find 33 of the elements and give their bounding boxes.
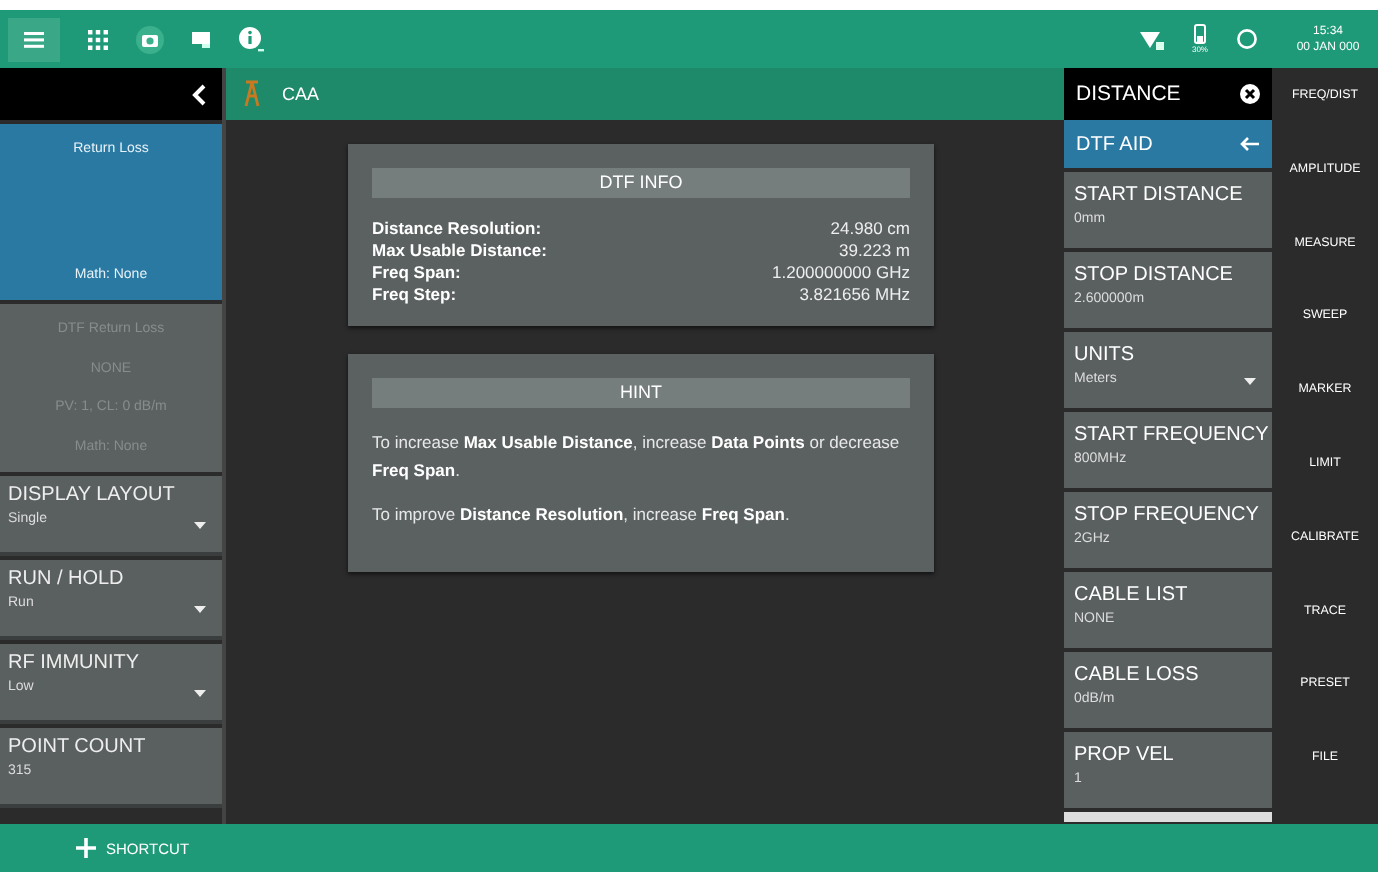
window-icon[interactable] bbox=[192, 31, 210, 47]
info-value: 3.821656 MHz bbox=[799, 284, 910, 306]
title-text: CAA bbox=[282, 84, 320, 104]
info-value: 1.200000000 GHz bbox=[772, 262, 910, 284]
card-heading: HINT bbox=[372, 378, 910, 408]
info-label: Distance Resolution: bbox=[372, 218, 542, 240]
info-value: 39.223 m bbox=[839, 240, 910, 262]
battery-icon bbox=[1193, 24, 1206, 44]
caret-icon bbox=[194, 522, 206, 530]
card-heading: DTF INFO bbox=[372, 168, 910, 198]
antenna-tower-icon bbox=[242, 80, 262, 108]
menu-button[interactable] bbox=[8, 17, 60, 61]
info-label: Max Usable Distance: bbox=[372, 240, 547, 262]
info-icon[interactable] bbox=[238, 25, 266, 53]
submenu-header[interactable]: DTF AID bbox=[1064, 120, 1272, 168]
submenu-title: DTF AID bbox=[1076, 133, 1153, 155]
hint-text: To increase Max Usable Distance, increase Data Points or decrease Freq Span. bbox=[372, 430, 902, 484]
info-label: Freq Span: bbox=[372, 262, 461, 284]
caret-icon bbox=[1244, 378, 1256, 386]
plus-icon bbox=[76, 838, 96, 858]
info-label: Freq Step: bbox=[372, 284, 457, 306]
camera-icon[interactable] bbox=[136, 25, 164, 53]
info-value: 24.980 cm bbox=[830, 218, 910, 240]
hint-text: To improve Distance Resolution, increase Freq Span. bbox=[372, 502, 792, 528]
caret-icon bbox=[194, 690, 206, 698]
target-icon bbox=[1236, 28, 1258, 50]
close-icon[interactable] bbox=[1240, 84, 1260, 104]
back-arrow-icon[interactable] bbox=[1240, 136, 1260, 152]
menu-icon bbox=[24, 31, 44, 47]
chevron-left-icon[interactable] bbox=[192, 83, 206, 105]
panel-title: DISTANCE bbox=[1076, 82, 1181, 106]
grid-icon[interactable] bbox=[88, 29, 108, 49]
caret-icon bbox=[194, 606, 206, 614]
